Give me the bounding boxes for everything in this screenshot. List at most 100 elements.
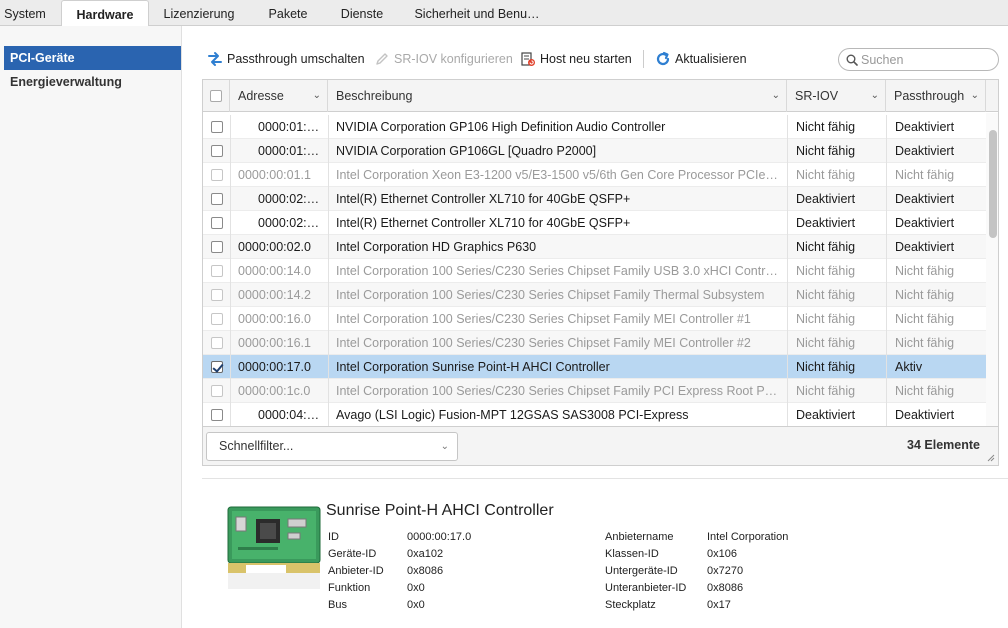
cell-description: NVIDIA Corporation GP106GL [Quadro P2000… (336, 144, 597, 158)
scrollbar-thumb[interactable] (989, 130, 997, 238)
sidebar-item-pci-devices[interactable]: PCI-Geräte (4, 46, 181, 70)
row-checkbox[interactable] (211, 145, 223, 157)
row-checkbox[interactable] (211, 241, 223, 253)
column-divider (886, 187, 887, 211)
sriov-configure-label: SR-IOV konfigurieren (394, 52, 513, 66)
quickfilter-dropdown[interactable]: Schnellfilter... ⌄ (206, 432, 458, 461)
table-row[interactable]: 0000:00:02.0 Intel Corporation HD Graphic… (203, 235, 986, 259)
cell-description: Intel Corporation HD Graphics P630 (336, 240, 537, 254)
detail-value-function: 0x0 (407, 582, 425, 594)
column-divider (886, 115, 887, 139)
tab-dienste[interactable]: Dienste (337, 0, 387, 26)
column-divider (230, 379, 231, 403)
sidebar: PCI-Geräte Energieverwaltung (0, 26, 182, 628)
cell-description: Intel Corporation 100 Series/C230 Series… (336, 288, 765, 302)
resize-grip-icon[interactable] (987, 454, 995, 462)
table-row[interactable]: 0000:00:14.0 Intel Corporation 100 Series… (203, 259, 986, 283)
select-all-checkbox[interactable] (210, 90, 222, 102)
row-checkbox[interactable] (211, 169, 223, 181)
table-row[interactable]: 0000:00:17.0 Intel Corporation Sunrise Po… (203, 355, 986, 379)
cell-sriov: Deaktiviert (796, 192, 856, 206)
swap-arrows-icon (208, 51, 222, 66)
cell-passthrough: Nicht fähig (895, 336, 955, 350)
table-row[interactable]: 0000:01:… NVIDIA Corporation GP106GL [Qua… (203, 139, 986, 163)
chevron-down-icon: ⌄ (771, 90, 780, 101)
cell-description: NVIDIA Corporation GP106 High Definition… (336, 120, 666, 134)
table-row[interactable]: 0000:02:… Intel(R) Ethernet Controller XL… (203, 211, 986, 235)
cell-address: 0000:01:… (258, 144, 320, 158)
column-divider (230, 139, 231, 163)
table-row[interactable]: 0000:00:16.1 Intel Corporation 100 Series… (203, 331, 986, 355)
tab-lizenzierung[interactable]: Lizenzierung (160, 0, 238, 26)
cell-address: 0000:02:… (258, 216, 320, 230)
tab-pakete[interactable]: Pakete (263, 0, 313, 26)
column-divider (328, 139, 329, 163)
column-divider (230, 283, 231, 307)
refresh-button[interactable]: Aktualisieren (655, 47, 747, 71)
select-all-cell (203, 80, 230, 112)
row-checkbox[interactable] (211, 409, 223, 421)
tab-hardware[interactable]: Hardware (61, 0, 149, 27)
column-divider (886, 355, 887, 379)
pencil-icon (376, 53, 388, 65)
column-divider (328, 235, 329, 259)
row-checkbox[interactable] (211, 385, 223, 397)
column-header-sriov-label: SR-IOV (795, 89, 839, 103)
tab-system[interactable]: System (2, 0, 48, 26)
table-row[interactable]: 0000:01:… NVIDIA Corporation GP106 High D… (203, 115, 986, 139)
table-row[interactable]: 0000:00:14.2 Intel Corporation 100 Series… (203, 283, 986, 307)
table-row[interactable]: 0000:00:1c.0 Intel Corporation 100 Series… (203, 379, 986, 403)
column-divider (886, 139, 887, 163)
cell-description: Avago (LSI Logic) Fusion-MPT 12GSAS SAS3… (336, 408, 689, 422)
tab-sicherheit[interactable]: Sicherheit und Benu… (411, 0, 543, 26)
column-divider (230, 259, 231, 283)
column-divider (787, 163, 788, 187)
column-divider (886, 331, 887, 355)
cell-sriov: Nicht fähig (796, 336, 856, 350)
refresh-label: Aktualisieren (675, 52, 747, 66)
column-header-passthrough-label: Passthrough (894, 89, 965, 103)
row-checkbox[interactable] (211, 193, 223, 205)
sidebar-item-power-management[interactable]: Energieverwaltung (4, 70, 181, 94)
column-divider (787, 307, 788, 331)
host-restart-button[interactable]: Host neu starten (520, 47, 632, 71)
column-divider (787, 331, 788, 355)
search-box[interactable] (838, 48, 999, 71)
passthrough-toggle-button[interactable]: Passthrough umschalten (207, 47, 365, 71)
cell-address: 0000:00:16.1 (238, 336, 311, 350)
column-divider (886, 379, 887, 403)
row-checkbox[interactable] (211, 217, 223, 229)
column-header-description[interactable]: Beschreibung ⌄ (328, 80, 787, 112)
column-divider (886, 403, 887, 426)
row-checkbox[interactable] (211, 337, 223, 349)
table-row[interactable]: 0000:04:… Avago (LSI Logic) Fusion-MPT 12… (203, 403, 986, 426)
row-checkbox[interactable] (211, 121, 223, 133)
column-divider (230, 115, 231, 139)
table-row[interactable]: 0000:02:… Intel(R) Ethernet Controller XL… (203, 187, 986, 211)
column-header-sriov[interactable]: SR-IOV ⌄ (787, 80, 886, 112)
detail-value-bus: 0x0 (407, 599, 425, 611)
search-input[interactable] (861, 51, 993, 68)
column-divider (230, 403, 231, 426)
column-divider (886, 283, 887, 307)
cell-sriov: Deaktiviert (796, 408, 856, 422)
column-divider (230, 355, 231, 379)
chevron-down-icon: ⌄ (970, 90, 979, 101)
cell-passthrough: Nicht fähig (895, 168, 955, 182)
column-header-passthrough[interactable]: Passthrough ⌄ (886, 80, 986, 112)
column-divider (787, 115, 788, 139)
cell-passthrough: Deaktiviert (895, 240, 955, 254)
table-row[interactable]: 0000:00:16.0 Intel Corporation 100 Series… (203, 307, 986, 331)
cell-passthrough: Nicht fähig (895, 264, 955, 278)
column-header-address[interactable]: Adresse ⌄ (230, 80, 328, 112)
row-checkbox[interactable] (211, 289, 223, 301)
cell-description: Intel Corporation Xeon E3-1200 v5/E3-150… (336, 168, 781, 182)
cell-address: 0000:04:… (258, 408, 320, 422)
row-checkbox[interactable] (211, 265, 223, 277)
row-checkbox[interactable] (211, 313, 223, 325)
row-checkbox[interactable] (211, 361, 223, 373)
column-divider (787, 139, 788, 163)
pci-card-icon (227, 506, 321, 589)
passthrough-toggle-label: Passthrough umschalten (227, 52, 365, 66)
table-row[interactable]: 0000:00:01.1 Intel Corporation Xeon E3-12… (203, 163, 986, 187)
